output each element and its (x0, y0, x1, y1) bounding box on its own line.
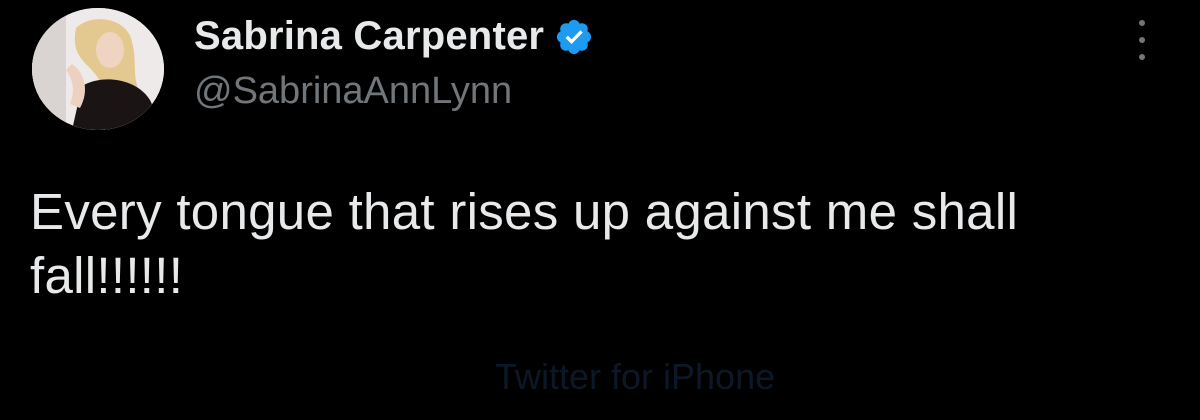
display-name[interactable]: Sabrina Carpenter (194, 14, 544, 59)
author-name-row: Sabrina Carpenter (194, 14, 594, 59)
more-dot (1139, 54, 1145, 60)
tweet-source[interactable]: Twitter for iPhone (495, 356, 775, 398)
profile-photo-icon (32, 8, 164, 130)
tweet-card: Sabrina Carpenter @SabrinaAnnLynn Every … (0, 0, 1200, 420)
verified-badge-icon (557, 19, 592, 54)
tweet-text: Every tongue that rises up against me sh… (30, 183, 1019, 304)
more-dot (1139, 37, 1145, 43)
more-options-icon[interactable] (1130, 16, 1154, 64)
avatar[interactable] (32, 8, 164, 130)
author-handle[interactable]: @SabrinaAnnLynn (194, 70, 512, 113)
more-dot (1139, 20, 1145, 26)
